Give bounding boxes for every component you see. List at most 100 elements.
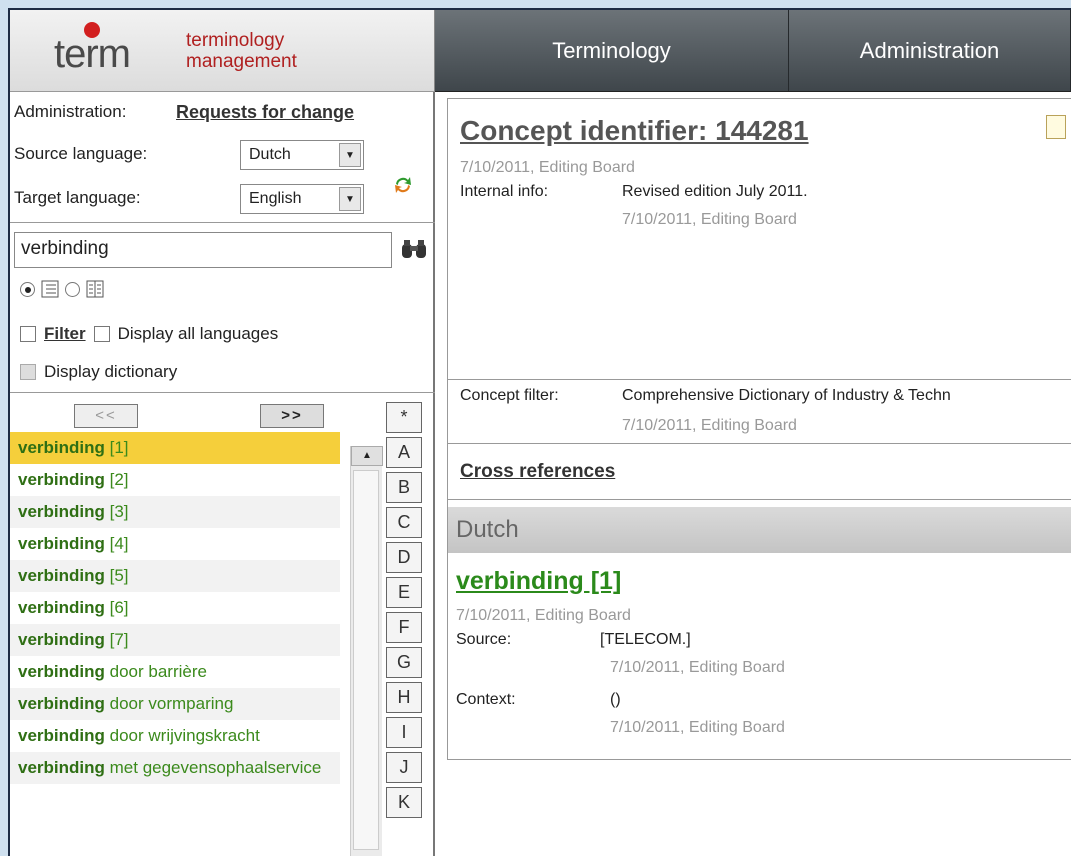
app-frame: term terminology management Terminology … xyxy=(8,8,1071,856)
target-language-select[interactable]: English ▼ xyxy=(240,184,364,214)
alpha-button[interactable]: E xyxy=(386,577,422,608)
result-item[interactable]: verbinding [6] xyxy=(10,592,340,624)
divider xyxy=(448,379,1071,380)
result-item[interactable]: verbinding [1] xyxy=(10,432,340,464)
result-suffix: [1] xyxy=(104,438,129,457)
result-item[interactable]: verbinding [4] xyxy=(10,528,340,560)
result-term: verbinding xyxy=(18,534,105,553)
result-term: verbinding xyxy=(18,502,105,521)
display-all-languages-checkbox[interactable] xyxy=(93,326,110,342)
result-suffix: [3] xyxy=(104,502,129,521)
result-suffix: [5] xyxy=(104,566,129,585)
divider xyxy=(10,392,435,393)
internal-info-value: Revised edition July 2011. xyxy=(622,183,808,200)
result-suffix: [4] xyxy=(104,534,129,553)
nav-administration[interactable]: Administration xyxy=(789,10,1071,91)
result-suffix: door wrijvingskracht xyxy=(104,726,260,745)
filter-checkbox[interactable] xyxy=(20,326,36,342)
result-item[interactable]: verbinding door barrière xyxy=(10,656,340,688)
term-meta: 7/10/2011, Editing Board xyxy=(456,607,631,624)
alpha-button[interactable]: * xyxy=(386,402,422,433)
source-language-select[interactable]: Dutch ▼ xyxy=(240,140,364,170)
display-dictionary-checkbox[interactable] xyxy=(20,364,36,380)
previous-page-button[interactable]: << xyxy=(74,404,138,428)
next-page-button[interactable]: >> xyxy=(260,404,324,428)
logo[interactable]: term xyxy=(54,32,131,77)
alpha-button[interactable]: K xyxy=(386,787,422,818)
swap-languages-icon[interactable] xyxy=(392,174,414,196)
alpha-button[interactable]: J xyxy=(386,752,422,783)
result-item[interactable]: verbinding [5] xyxy=(10,560,340,592)
result-suffix: met gegevensophaalservice xyxy=(104,758,322,777)
alpha-button[interactable]: H xyxy=(386,682,422,713)
chevron-down-icon[interactable]: ▼ xyxy=(339,143,361,167)
results-list: verbinding [1] verbinding [2] verbinding… xyxy=(10,432,340,784)
source-meta: 7/10/2011, Editing Board xyxy=(610,659,785,676)
document-icon[interactable] xyxy=(1046,115,1066,139)
result-item[interactable]: verbinding [3] xyxy=(10,496,340,528)
cross-references-link[interactable]: Cross references xyxy=(460,461,615,483)
display-all-languages-label: Display all languages xyxy=(117,324,279,343)
alpha-button[interactable]: C xyxy=(386,507,422,538)
context-value: () xyxy=(610,691,621,708)
result-item[interactable]: verbinding [7] xyxy=(10,624,340,656)
result-item[interactable]: verbinding door vormparing xyxy=(10,688,340,720)
target-language-value: English xyxy=(249,190,302,207)
alpha-button[interactable]: A xyxy=(386,437,422,468)
result-term: verbinding xyxy=(18,470,105,489)
concept-filter-value: Comprehensive Dictionary of Industry & T… xyxy=(622,387,951,404)
column-view-radio[interactable] xyxy=(65,281,80,297)
divider xyxy=(10,222,435,223)
logo-area: term terminology management xyxy=(10,10,435,92)
display-dictionary-label: Display dictionary xyxy=(44,362,178,381)
context-label: Context: xyxy=(456,691,516,708)
alpha-button[interactable]: G xyxy=(386,647,422,678)
alpha-button[interactable]: B xyxy=(386,472,422,503)
result-item[interactable]: verbinding door wrijvingskracht xyxy=(10,720,340,752)
term-title[interactable]: verbinding [1] xyxy=(456,567,621,596)
tagline-line-1: terminology xyxy=(186,30,285,51)
result-suffix: door vormparing xyxy=(104,694,234,713)
context-meta: 7/10/2011, Editing Board xyxy=(610,719,785,736)
result-item[interactable]: verbinding [2] xyxy=(10,464,340,496)
internal-info-label: Internal info: xyxy=(460,183,549,200)
nav-terminology[interactable]: Terminology xyxy=(435,10,789,91)
result-item[interactable]: verbinding met gegevensophaalservice xyxy=(10,752,340,784)
target-language-label: Target language: xyxy=(14,188,141,207)
filter-link[interactable]: Filter xyxy=(44,324,86,344)
top-nav: Terminology Administration xyxy=(435,10,1071,92)
result-term: verbinding xyxy=(18,598,105,617)
result-term: verbinding xyxy=(18,438,105,457)
result-term: verbinding xyxy=(18,726,105,745)
tagline-line-2: management xyxy=(186,51,297,72)
alpha-button[interactable]: I xyxy=(386,717,422,748)
results-scrollbar[interactable]: ▲ xyxy=(350,446,383,856)
alphabet-index: * A B C D E F G H I J K xyxy=(386,402,422,822)
divider xyxy=(448,443,1071,444)
column-view-icon xyxy=(86,280,104,298)
result-term: verbinding xyxy=(18,694,105,713)
requests-for-change-link[interactable]: Requests for change xyxy=(176,102,354,123)
alpha-button[interactable]: F xyxy=(386,612,422,643)
internal-info-meta: 7/10/2011, Editing Board xyxy=(622,211,797,228)
source-language-value: Dutch xyxy=(249,146,291,163)
chevron-down-icon[interactable]: ▼ xyxy=(339,187,361,211)
binoculars-search-icon[interactable] xyxy=(400,238,428,260)
language-section-header[interactable]: Dutch xyxy=(448,507,1071,553)
list-view-radio[interactable] xyxy=(20,281,35,297)
admin-label: Administration: xyxy=(14,102,127,121)
scroll-up-icon[interactable]: ▲ xyxy=(351,446,383,466)
display-dictionary-row: Display dictionary xyxy=(20,362,177,382)
result-term: verbinding xyxy=(18,566,105,585)
alpha-button[interactable]: D xyxy=(386,542,422,573)
result-suffix: [2] xyxy=(104,470,129,489)
list-view-icon xyxy=(41,280,59,298)
concept-filter-label: Concept filter: xyxy=(460,387,559,404)
search-input[interactable]: verbinding xyxy=(14,232,392,268)
scrollbar-thumb[interactable] xyxy=(353,470,379,850)
result-term: verbinding xyxy=(18,630,105,649)
concept-title[interactable]: Concept identifier: 144281 xyxy=(460,115,809,147)
result-suffix: [6] xyxy=(104,598,129,617)
result-term: verbinding xyxy=(18,662,105,681)
result-suffix: [7] xyxy=(104,630,129,649)
